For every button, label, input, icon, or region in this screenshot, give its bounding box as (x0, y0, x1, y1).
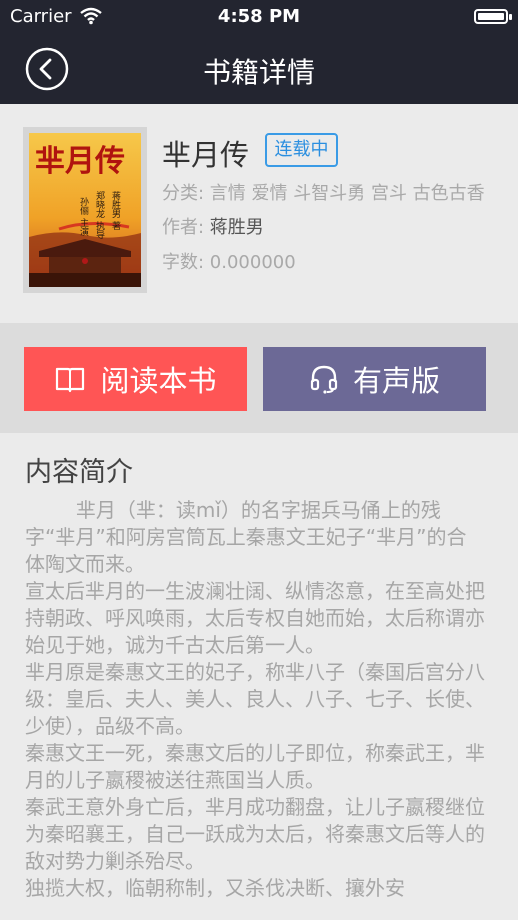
cover-title: 芈月传 (35, 144, 125, 179)
category-value: 言情 爱情 斗智斗勇 宫斗 古色古香 (209, 183, 485, 204)
synopsis-section: 内容简介 芈月（芈：读mǐ）的名字据兵马俑上的残字“芈月”和阿房宫筒瓦上秦惠文王… (0, 434, 518, 920)
synopsis-text: 芈月（芈：读mǐ）的名字据兵马俑上的残字“芈月”和阿房宫筒瓦上秦惠文王妃子“芈月… (25, 498, 485, 900)
audio-version-button[interactable]: 有声版 (263, 347, 486, 411)
word-count-value: 0.000000 (209, 252, 296, 273)
nav-bar: 书籍详情 (0, 34, 518, 104)
book-title: 芈月传 (162, 138, 250, 172)
book-cover[interactable]: 芈月传 蒋胜男 著 郑晓龙 执导 孙俪 主演 (23, 127, 147, 293)
cover-author-line: 蒋胜男 著 (110, 190, 121, 230)
page-title: 书籍详情 (202, 56, 315, 89)
action-bar: 阅读本书 有声版 (0, 323, 518, 433)
author-label: 作者: (162, 217, 210, 238)
headphones-icon (310, 365, 338, 394)
cover-cast-line-1: 郑晓龙 执导 (94, 190, 105, 239)
audio-version-label: 有声版 (352, 364, 440, 398)
read-book-button[interactable]: 阅读本书 (24, 347, 247, 411)
word-count-row: 字数: 0.000000 (162, 248, 296, 274)
book-info: 芈月传 蒋胜男 著 郑晓龙 执导 孙俪 主演 芈月传 连载中 分类: 言情 爱情… (0, 104, 518, 322)
clock: 4:58 PM (217, 6, 301, 27)
category-row: 分类: 言情 爱情 斗智斗勇 宫斗 古色古香 (162, 179, 485, 205)
cover-art: 芈月传 蒋胜男 著 郑晓龙 执导 孙俪 主演 (29, 133, 141, 287)
synopsis-heading: 内容简介 (25, 457, 133, 488)
word-count-label: 字数: (162, 252, 210, 273)
book-icon (56, 367, 85, 393)
cover-cast-line-2: 孙俪 主演 (78, 196, 89, 237)
category-label: 分类: (162, 183, 210, 204)
status-badge: 连载中 (265, 133, 338, 167)
author-row: 作者: 蒋胜男 (162, 213, 264, 239)
author-value: 蒋胜男 (209, 217, 264, 238)
battery-icon (474, 9, 512, 24)
status-bar: Carrier 4:58 PM (0, 0, 518, 34)
read-book-label: 阅读本书 (100, 364, 217, 398)
